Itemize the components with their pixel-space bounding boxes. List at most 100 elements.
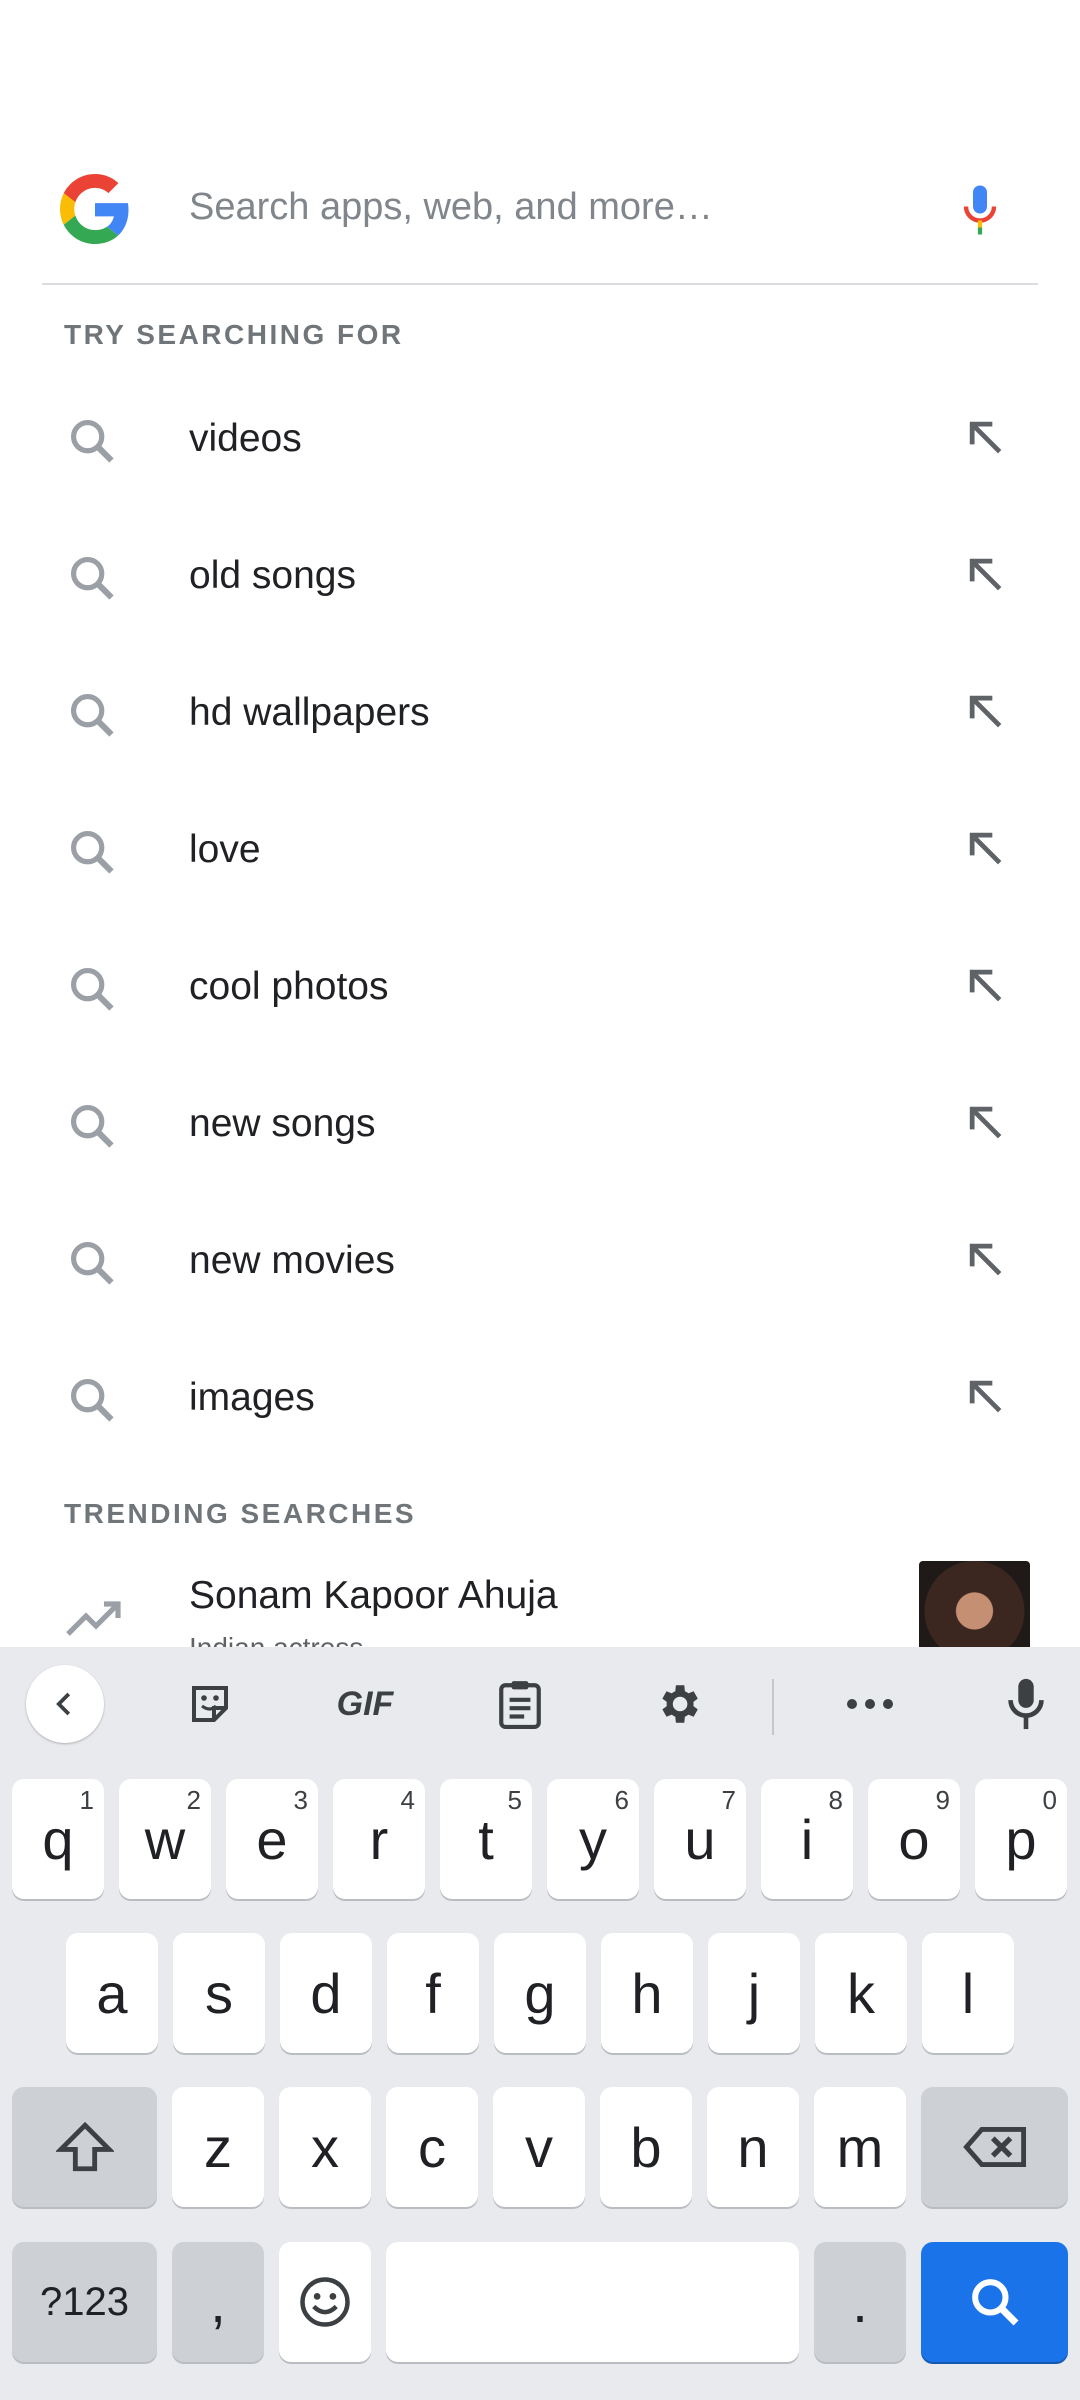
key-o[interactable]: o9 [868, 1779, 960, 1899]
key-hint-number: 0 [1042, 1785, 1057, 1815]
key-hint-number: 2 [186, 1785, 201, 1815]
emoji-key[interactable] [279, 2242, 371, 2362]
key-e[interactable]: e3 [226, 1779, 318, 1899]
mic-icon[interactable] [958, 182, 1002, 238]
trending-title: Sonam Kapoor Ahuja [189, 1574, 558, 1617]
suggestion-row[interactable]: old songs [0, 508, 1080, 645]
fill-query-arrow-icon[interactable] [963, 1374, 1007, 1418]
key-hint-number: 9 [935, 1785, 950, 1815]
key-d[interactable]: d [280, 1933, 372, 2053]
key-hint-number: 6 [614, 1785, 629, 1815]
key-hint-number: 5 [507, 1785, 522, 1815]
keyboard-toolbar: GIF [0, 1647, 1080, 1761]
suggestion-label: new movies [189, 1239, 395, 1282]
key-f[interactable]: f [387, 1933, 479, 2053]
shift-key[interactable] [12, 2087, 157, 2207]
suggestion-label: images [189, 1376, 315, 1419]
key-a[interactable]: a [66, 1933, 158, 2053]
google-g-logo [60, 174, 129, 244]
fill-query-arrow-icon[interactable] [963, 1237, 1007, 1281]
key-label: o [898, 1807, 930, 1871]
key-u[interactable]: u7 [654, 1779, 746, 1899]
key-v[interactable]: v [493, 2087, 585, 2207]
key-b[interactable]: b [600, 2087, 692, 2207]
search-icon [70, 1104, 114, 1148]
key-h[interactable]: h [601, 1933, 693, 2053]
suggestion-row[interactable]: new movies [0, 1193, 1080, 1330]
trending-item[interactable]: Sonam Kapoor Ahuja Indian actress [0, 1556, 1080, 1648]
search-icon [70, 419, 114, 463]
period-key[interactable]: . [814, 2242, 906, 2362]
key-k[interactable]: k [815, 1933, 907, 2053]
key-m[interactable]: m [814, 2087, 906, 2207]
symbols-key[interactable]: ?123 [12, 2242, 157, 2362]
key-s[interactable]: s [173, 1933, 265, 2053]
suggestion-row[interactable]: new songs [0, 1056, 1080, 1193]
key-j[interactable]: j [708, 1933, 800, 2053]
back-icon[interactable] [26, 1665, 104, 1743]
key-r[interactable]: r4 [333, 1779, 425, 1899]
key-label: i [800, 1807, 814, 1871]
shift-icon [55, 2121, 114, 2172]
key-n[interactable]: n [707, 2087, 799, 2207]
suggestion-row[interactable]: images [0, 1330, 1080, 1467]
key-hint-number: 8 [828, 1785, 843, 1815]
comma-key[interactable]: , [172, 2242, 264, 2362]
space-key[interactable] [386, 2242, 799, 2362]
search-key[interactable] [921, 2242, 1068, 2362]
key-x[interactable]: x [279, 2087, 371, 2207]
key-label: p [1005, 1807, 1037, 1871]
suggestion-label: old songs [189, 554, 356, 597]
trending-subtitle: Indian actress [189, 1632, 364, 1648]
key-label: q [42, 1807, 74, 1871]
fill-query-arrow-icon[interactable] [963, 826, 1007, 870]
gif-button[interactable]: GIF [320, 1669, 410, 1739]
suggestion-label: hd wallpapers [189, 691, 430, 734]
suggestion-row[interactable]: love [0, 782, 1080, 919]
key-g[interactable]: g [494, 1933, 586, 2053]
suggestion-label: new songs [189, 1102, 376, 1145]
key-hint-number: 4 [400, 1785, 415, 1815]
key-t[interactable]: t5 [440, 1779, 532, 1899]
search-icon [70, 967, 114, 1011]
key-label: t [478, 1807, 494, 1871]
trending-thumbnail [919, 1561, 1030, 1648]
search-icon [70, 1378, 114, 1422]
key-z[interactable]: z [172, 2087, 264, 2207]
try-searching-header: TRY SEARCHING FOR [64, 319, 404, 350]
fill-query-arrow-icon[interactable] [963, 963, 1007, 1007]
clipboard-icon[interactable] [490, 1669, 550, 1739]
key-y[interactable]: y6 [547, 1779, 639, 1899]
suggestion-row[interactable]: hd wallpapers [0, 645, 1080, 782]
key-label: y [579, 1807, 607, 1871]
fill-query-arrow-icon[interactable] [963, 552, 1007, 596]
fill-query-arrow-icon[interactable] [963, 415, 1007, 459]
key-label: e [256, 1807, 288, 1871]
fill-query-arrow-icon[interactable] [963, 1100, 1007, 1144]
more-icon[interactable] [840, 1669, 900, 1739]
key-i[interactable]: i8 [761, 1779, 853, 1899]
suggestion-label: love [189, 828, 261, 871]
key-c[interactable]: c [386, 2087, 478, 2207]
search-icon [70, 830, 114, 874]
suggestion-row[interactable]: videos [0, 371, 1080, 508]
key-q[interactable]: q1 [12, 1779, 104, 1899]
key-hint-number: 7 [721, 1785, 736, 1815]
search-bar[interactable]: Search apps, web, and more… [42, 150, 1038, 284]
key-hint-number: 3 [293, 1785, 308, 1815]
keyboard-mic-icon[interactable] [996, 1669, 1056, 1739]
search-input[interactable]: Search apps, web, and more… [189, 186, 713, 229]
emoji-icon [300, 2277, 350, 2327]
search-icon [971, 2279, 1018, 2326]
backspace-key[interactable] [921, 2087, 1068, 2207]
search-icon [70, 1241, 114, 1285]
suggestion-row[interactable]: cool photos [0, 919, 1080, 1056]
key-label: w [144, 1807, 186, 1871]
sticker-icon[interactable] [180, 1669, 240, 1739]
key-p[interactable]: p0 [975, 1779, 1067, 1899]
key-l[interactable]: l [922, 1933, 1014, 2053]
key-hint-number: 1 [79, 1785, 94, 1815]
settings-icon[interactable] [648, 1669, 708, 1739]
key-w[interactable]: w2 [119, 1779, 211, 1899]
fill-query-arrow-icon[interactable] [963, 689, 1007, 733]
